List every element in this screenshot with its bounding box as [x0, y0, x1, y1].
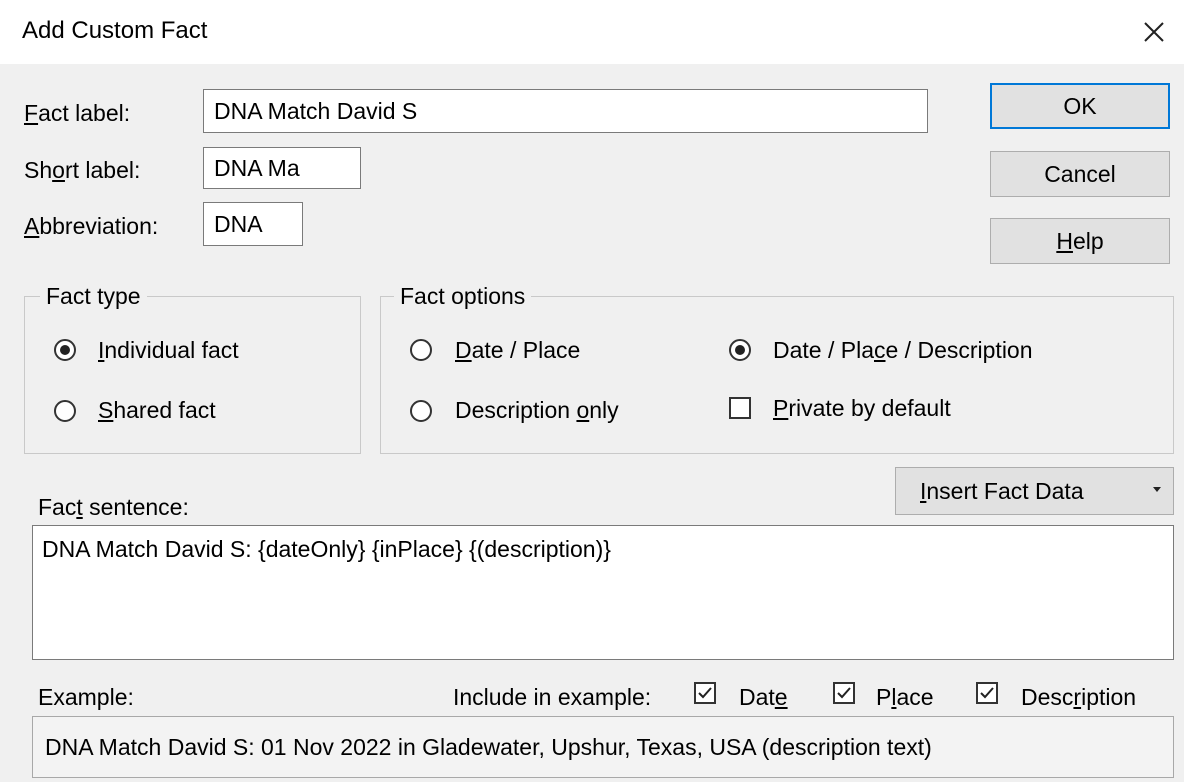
fact-options-group — [380, 296, 1174, 454]
insert-fact-data-button[interactable]: Insert Fact Data — [895, 467, 1174, 515]
cancel-button[interactable]: Cancel — [990, 151, 1170, 197]
dropdown-arrow-icon — [1153, 487, 1161, 492]
fact-label-value: DNA Match David S — [214, 97, 418, 124]
include-place-checkbox[interactable] — [833, 682, 855, 704]
include-description-checkbox[interactable] — [976, 682, 998, 704]
date-place-label[interactable]: Date / Place — [455, 337, 580, 364]
insert-fact-data-label: Insert Fact Data — [920, 477, 1084, 504]
date-place-description-label[interactable]: Date / Place / Description — [773, 337, 1033, 364]
short-label-label: Short label: — [24, 157, 141, 183]
dialog-title: Add Custom Fact — [22, 17, 208, 44]
include-date-checkbox[interactable] — [694, 682, 716, 704]
help-button[interactable]: Help — [990, 218, 1170, 264]
description-only-radio[interactable] — [410, 400, 432, 422]
short-label-value: DNA Ma — [214, 154, 300, 181]
fact-label-label: Fact label: — [24, 100, 131, 126]
abbreviation-input[interactable]: DNA — [203, 202, 303, 246]
include-description-label[interactable]: Description — [1021, 684, 1136, 711]
description-only-label[interactable]: Description only — [455, 397, 619, 424]
shared-fact-radio[interactable] — [54, 400, 76, 422]
ok-button[interactable]: OK — [990, 83, 1170, 129]
fact-sentence-label: Fact sentence: — [38, 494, 189, 520]
example-label: Example: — [38, 684, 134, 710]
fact-options-legend: Fact options — [394, 283, 532, 310]
date-place-radio[interactable] — [410, 339, 432, 361]
individual-fact-label[interactable]: Individual fact — [98, 337, 239, 364]
short-label-input[interactable]: DNA Ma — [203, 147, 361, 189]
fact-label-input[interactable]: DNA Match David S — [203, 89, 928, 133]
help-button-label: Help — [1056, 227, 1104, 254]
abbreviation-label: Abbreviation: — [24, 213, 159, 239]
include-in-example-label: Include in example: — [453, 684, 652, 710]
shared-fact-label[interactable]: Shared fact — [98, 397, 216, 424]
example-output: DNA Match David S: 01 Nov 2022 in Gladew… — [32, 716, 1174, 778]
include-place-label[interactable]: Place — [876, 684, 934, 711]
include-date-label[interactable]: Date — [739, 684, 788, 711]
individual-fact-radio[interactable] — [54, 339, 76, 361]
date-place-description-radio[interactable] — [729, 339, 751, 361]
fact-sentence-textarea[interactable]: DNA Match David S: {dateOnly} {inPlace} … — [32, 525, 1174, 660]
fact-type-group — [24, 296, 361, 454]
fact-type-legend: Fact type — [40, 283, 147, 310]
close-icon[interactable] — [1136, 14, 1172, 50]
ok-button-label: OK — [1063, 92, 1097, 119]
private-by-default-label[interactable]: Private by default — [773, 395, 951, 422]
fact-sentence-value: DNA Match David S: {dateOnly} {inPlace} … — [42, 536, 611, 562]
cancel-button-label: Cancel — [1044, 160, 1116, 187]
example-text: DNA Match David S: 01 Nov 2022 in Gladew… — [45, 733, 932, 760]
abbreviation-value: DNA — [214, 210, 263, 237]
private-by-default-checkbox[interactable] — [729, 397, 751, 419]
